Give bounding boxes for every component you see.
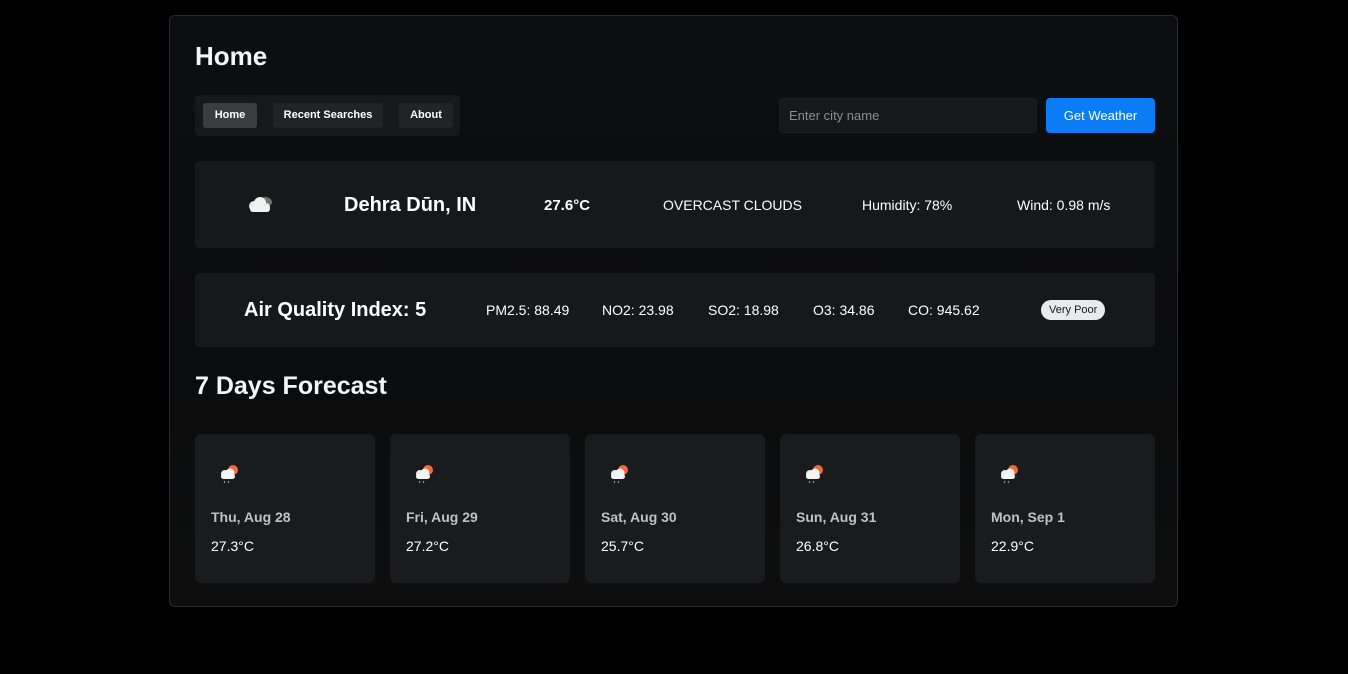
rain-sun-cloud-icon bbox=[802, 464, 826, 489]
overcast-clouds-icon bbox=[245, 193, 275, 220]
page-title: Home bbox=[195, 41, 268, 71]
forecast-day: Fri, Aug 29 bbox=[406, 509, 478, 525]
forecast-temperature: 22.9°C bbox=[991, 538, 1034, 554]
app-container: Home Home Recent Searches About Get Weat… bbox=[169, 15, 1178, 607]
rain-sun-cloud-icon bbox=[607, 464, 631, 489]
forecast-day: Sat, Aug 30 bbox=[601, 509, 677, 525]
current-temperature: 27.6°C bbox=[544, 197, 591, 214]
forecast-day: Thu, Aug 28 bbox=[211, 509, 291, 525]
wind-value: Wind: 0.98 m/s bbox=[1017, 197, 1111, 213]
o3-value: O3: 34.86 bbox=[813, 302, 875, 318]
air-quality-card: Air Quality Index: 5 PM2.5: 88.49 NO2: 2… bbox=[195, 273, 1155, 347]
forecast-temperature: 27.2°C bbox=[406, 538, 449, 554]
get-weather-button[interactable]: Get Weather bbox=[1046, 98, 1155, 133]
forecast-card: Sat, Aug 30 25.7°C bbox=[585, 434, 765, 583]
co-value: CO: 945.62 bbox=[908, 302, 980, 318]
nav-recent-searches-button[interactable]: Recent Searches bbox=[273, 103, 383, 128]
nav-bar: Home Recent Searches About bbox=[195, 95, 460, 136]
forecast-card: Mon, Sep 1 22.9°C bbox=[975, 434, 1155, 583]
forecast-card: Sun, Aug 31 26.8°C bbox=[780, 434, 960, 583]
forecast-temperature: 27.3°C bbox=[211, 538, 254, 554]
city-search-input[interactable] bbox=[779, 98, 1037, 133]
forecast-day: Sun, Aug 31 bbox=[796, 509, 877, 525]
forecast-temperature: 26.8°C bbox=[796, 538, 839, 554]
pm25-value: PM2.5: 88.49 bbox=[486, 302, 570, 318]
forecast-card: Thu, Aug 28 27.3°C bbox=[195, 434, 375, 583]
rain-sun-cloud-icon bbox=[217, 464, 241, 489]
nav-home-button[interactable]: Home bbox=[203, 103, 257, 128]
no2-value: NO2: 23.98 bbox=[602, 302, 674, 318]
weather-description: OVERCAST CLOUDS bbox=[663, 197, 802, 213]
current-weather-card: Dehra Dūn, IN 27.6°C OVERCAST CLOUDS Hum… bbox=[195, 161, 1155, 248]
forecast-temperature: 25.7°C bbox=[601, 538, 644, 554]
forecast-day: Mon, Sep 1 bbox=[991, 509, 1065, 525]
rain-sun-cloud-icon bbox=[412, 464, 436, 489]
rain-sun-cloud-icon bbox=[997, 464, 1021, 489]
humidity-value: Humidity: 78% bbox=[862, 197, 953, 213]
nav-about-button[interactable]: About bbox=[399, 103, 453, 128]
forecast-card: Fri, Aug 29 27.2°C bbox=[390, 434, 570, 583]
aqi-title: Air Quality Index: 5 bbox=[244, 299, 427, 321]
so2-value: SO2: 18.98 bbox=[708, 302, 779, 318]
forecast-title: 7 Days Forecast bbox=[195, 372, 387, 400]
aqi-status-badge: Very Poor bbox=[1041, 300, 1106, 320]
city-name: Dehra Dūn, IN bbox=[344, 194, 477, 216]
